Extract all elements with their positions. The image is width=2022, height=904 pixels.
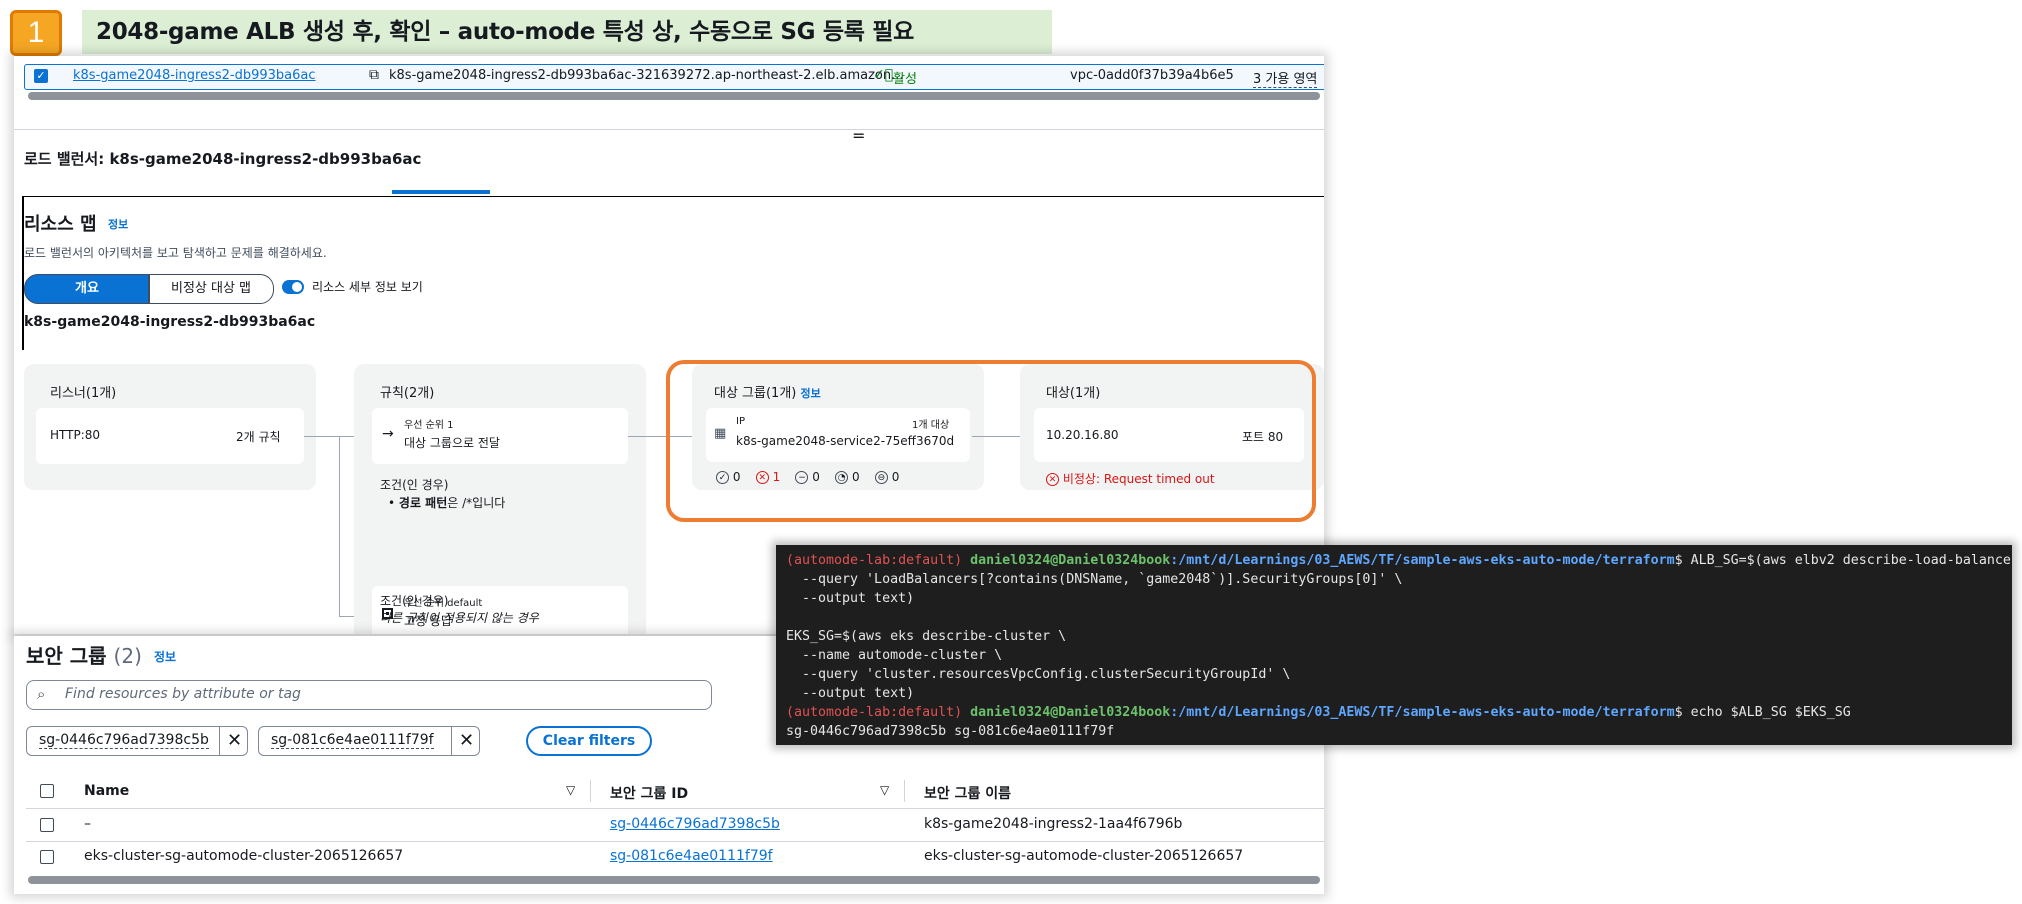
row-2-name: eks-cluster-sg-automode-cluster-20651266… xyxy=(84,848,404,864)
filter-token-2-label: sg-081c6e4ae0111f79f xyxy=(271,732,434,749)
listener-protocol: HTTP:80 xyxy=(50,428,101,442)
filter-token-1-label: sg-0446c796ad7398c5b xyxy=(39,732,209,749)
lb-detail-title: 로드 밸런서: k8s-game2048-ingress2-db993ba6ac xyxy=(24,150,422,168)
resource-map-title: 리소스 맵 xyxy=(24,214,97,235)
rule-1-item[interactable]: → 우선 순위 1 대상 그룹으로 전달 xyxy=(372,408,628,464)
filter-token-2-close-icon[interactable]: ✕ xyxy=(451,727,481,755)
resource-map-desc: 로드 밸런서의 아키텍처를 보고 탐색하고 문제를 해결하세요. xyxy=(24,246,327,260)
horizontal-scrollbar[interactable] xyxy=(28,92,1320,100)
term-line: --query 'LoadBalancers[?contains(DNSName… xyxy=(786,572,1403,587)
drag-handle-icon[interactable]: = xyxy=(852,126,865,145)
rules-title: 규칙(2개) xyxy=(380,386,435,401)
step-badge: 1 xyxy=(10,10,62,56)
col-sg-id[interactable]: 보안 그룹 ID xyxy=(610,783,688,803)
tab-divider xyxy=(22,196,1324,197)
active-check-icon: ✓⃝ xyxy=(873,67,894,83)
row-1-name: – xyxy=(84,816,91,832)
col-divider xyxy=(904,780,905,802)
details-toggle[interactable] xyxy=(282,280,304,294)
slide-headline: 2048-game ALB 생성 후, 확인 – auto-mode 특성 상,… xyxy=(82,10,1052,54)
clear-filters-button[interactable]: Clear filters xyxy=(526,726,652,756)
availability-zones[interactable]: 3 가용 영역 xyxy=(1253,68,1318,88)
sort-icon[interactable]: ▽ xyxy=(880,783,889,797)
sg-title-text: 보안 그룹 xyxy=(26,644,107,668)
col-divider xyxy=(590,780,591,802)
term-prompt-user: daniel0324@Daniel0324book xyxy=(970,553,1171,568)
term-prompt-user: daniel0324@Daniel0324book xyxy=(970,705,1171,720)
row-2-sg-id-link[interactable]: sg-081c6e4ae0111f79f xyxy=(610,848,773,864)
rule-1-condition-title: 조건(인 경우) xyxy=(380,478,449,492)
row-1-checkbox[interactable] xyxy=(40,818,54,832)
rule-1-action: 대상 그룹으로 전달 xyxy=(404,436,500,450)
sg-search-placeholder: Find resources by attribute or tag xyxy=(65,686,301,702)
term-prompt-path: :/mnt/d/Learnings/03_AEWS/TF/sample-aws-… xyxy=(1170,705,1675,720)
lb-state: 활성 xyxy=(893,72,917,87)
term-line: --name automode-cluster \ xyxy=(786,648,1003,663)
tab-unhealthy-map[interactable]: 비정상 대상 맵 xyxy=(148,274,274,304)
rule-default-condition: 다른 규칙이 적용되지 않는 경우 xyxy=(380,611,539,625)
listeners-title: 리스너(1개) xyxy=(50,386,117,401)
terminal-window: (automode-lab:default) daniel0324@Daniel… xyxy=(776,545,2012,745)
tab-overview[interactable]: 개요 xyxy=(24,274,150,304)
col-name[interactable]: Name xyxy=(84,783,129,799)
resource-map-info-link[interactable]: 정보 xyxy=(108,216,128,232)
filter-token-2[interactable]: sg-081c6e4ae0111f79f ✕ xyxy=(258,726,480,756)
term-line: --output text) xyxy=(786,686,915,701)
arrow-right-icon: → xyxy=(382,426,394,442)
row-1-sg-id-link[interactable]: sg-0446c796ad7398c5b xyxy=(610,816,780,832)
row-divider xyxy=(26,841,1324,842)
rule-1-condition: • 경로 패턴은 /*입니다 xyxy=(388,496,506,510)
listener-rules-count: 2개 규칙 xyxy=(236,430,281,444)
highlight-box xyxy=(666,360,1316,522)
condition-key: 경로 패턴 xyxy=(398,496,448,510)
search-icon: ⌕ xyxy=(37,685,46,703)
table-scrollbar[interactable] xyxy=(28,876,1320,884)
sg-info-link[interactable]: 정보 xyxy=(154,648,176,665)
col-sg-name[interactable]: 보안 그룹 이름 xyxy=(924,783,1011,803)
term-cmd-1: $ ALB_SG=$(aws elbv2 describe-load-balan… xyxy=(1674,553,2012,568)
rule-1-priority: 우선 순위 1 xyxy=(404,420,454,431)
copy-icon[interactable]: ⧉ xyxy=(369,67,379,83)
step-number: 1 xyxy=(27,16,45,49)
sg-title: 보안 그룹 (2) xyxy=(26,640,142,669)
filter-token-1[interactable]: sg-0446c796ad7398c5b ✕ xyxy=(26,726,248,756)
filter-token-1-close-icon[interactable]: ✕ xyxy=(219,727,249,755)
connector-line xyxy=(339,436,340,616)
lb-dns-name: k8s-game2048-ingress2-db993ba6ac-3216392… xyxy=(389,68,904,83)
term-line: EKS_SG=$(aws eks describe-cluster \ xyxy=(786,629,1067,644)
map-lb-name: k8s-game2048-ingress2-db993ba6ac xyxy=(24,314,316,330)
listener-item[interactable]: HTTP:80 2개 규칙 xyxy=(36,408,304,464)
condition-value: 은 /*입니다 xyxy=(447,496,506,510)
details-toggle-label: 리소스 세부 정보 보기 xyxy=(312,280,423,294)
rule-default-condition-title: 조건(인 경우) xyxy=(380,594,449,608)
listeners-card: 리스너(1개) HTTP:80 2개 규칙 xyxy=(24,364,316,490)
sg-count: (2) xyxy=(113,644,142,668)
term-prompt-env: (automode-lab:default) xyxy=(786,553,963,568)
row-2-checkbox[interactable] xyxy=(40,850,54,864)
term-cmd-2: $ echo $ALB_SG $EKS_SG xyxy=(1674,705,1851,720)
term-line: --output text) xyxy=(786,591,915,606)
vpc-id: vpc-0add0f37b39a4b6e5 xyxy=(1070,68,1234,83)
term-prompt-path: :/mnt/d/Learnings/03_AEWS/TF/sample-aws-… xyxy=(1170,553,1675,568)
sort-icon[interactable]: ▽ xyxy=(566,783,575,797)
connector-line xyxy=(304,436,354,437)
lb-name-link[interactable]: k8s-game2048-ingress2-db993ba6ac xyxy=(73,68,316,83)
row-1-sg-name: k8s-game2048-ingress2-1aa4f6796b xyxy=(924,816,1183,832)
term-prompt-env: (automode-lab:default) xyxy=(786,705,963,720)
row-checkbox[interactable]: ✓ xyxy=(34,69,48,83)
load-balancer-row[interactable]: ✓ k8s-game2048-ingress2-db993ba6ac ⧉ k8s… xyxy=(24,64,1324,90)
row-2-sg-name: eks-cluster-sg-automode-cluster-20651266… xyxy=(924,848,1244,864)
divider xyxy=(14,129,1324,130)
select-all-checkbox[interactable] xyxy=(40,784,54,798)
sg-search-input[interactable]: ⌕ Find resources by attribute or tag xyxy=(26,680,712,710)
row-divider xyxy=(26,808,1324,809)
term-line: --query 'cluster.resourcesVpcConfig.clus… xyxy=(786,667,1291,682)
term-output: sg-0446c796ad7398c5b sg-081c6e4ae0111f79… xyxy=(786,724,1115,739)
tab-active-indicator xyxy=(392,190,490,194)
